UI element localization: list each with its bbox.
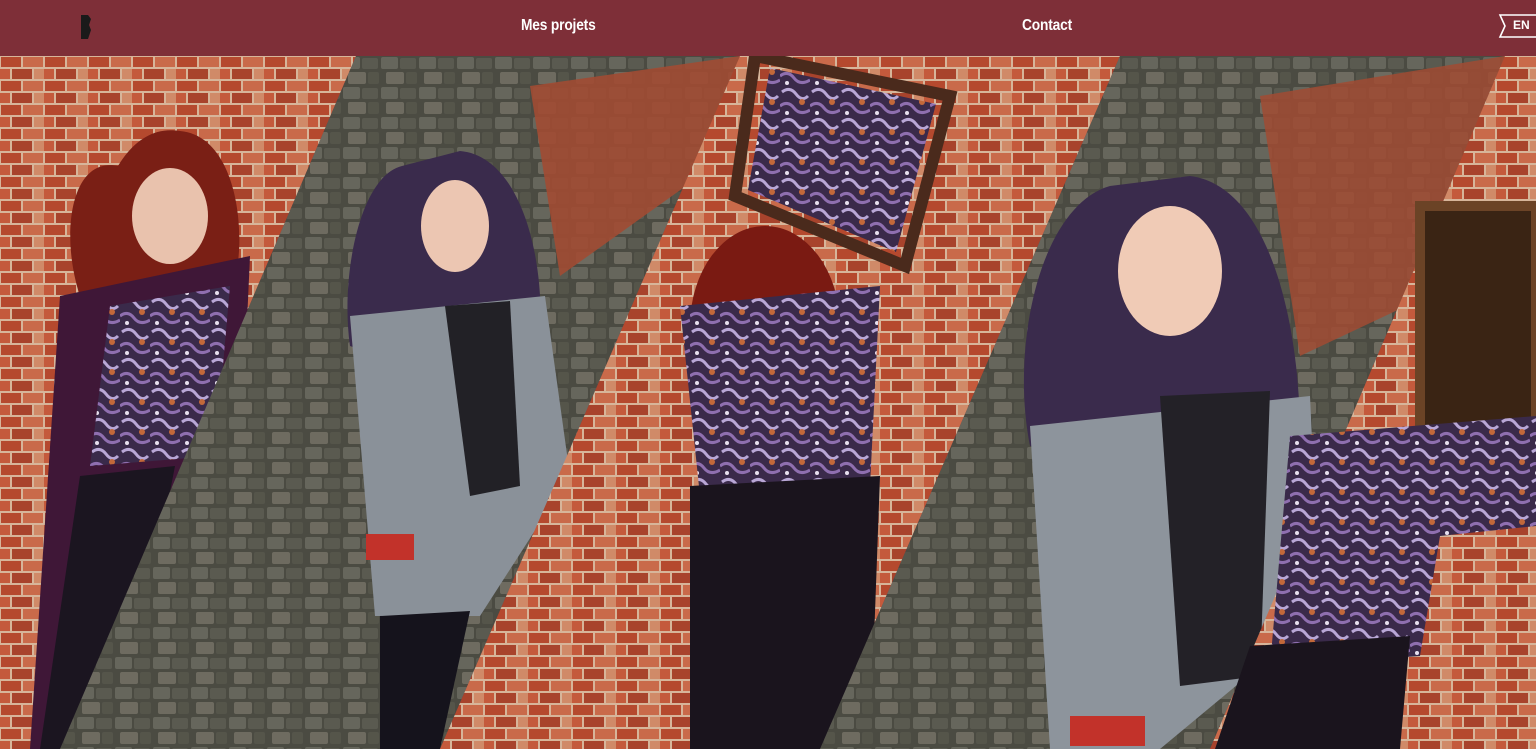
page: Mes projets Contact EN (0, 0, 1536, 749)
b-logo-icon[interactable] (80, 14, 92, 40)
language-label: EN (1513, 18, 1530, 32)
nav-link-contact[interactable]: Contact (1022, 17, 1072, 35)
hero-photo-collage (0, 56, 1536, 749)
nav-link-projects[interactable]: Mes projets (521, 17, 596, 35)
language-switch-button[interactable]: EN (1498, 13, 1536, 39)
top-navigation-bar: Mes projets Contact EN (0, 0, 1536, 56)
